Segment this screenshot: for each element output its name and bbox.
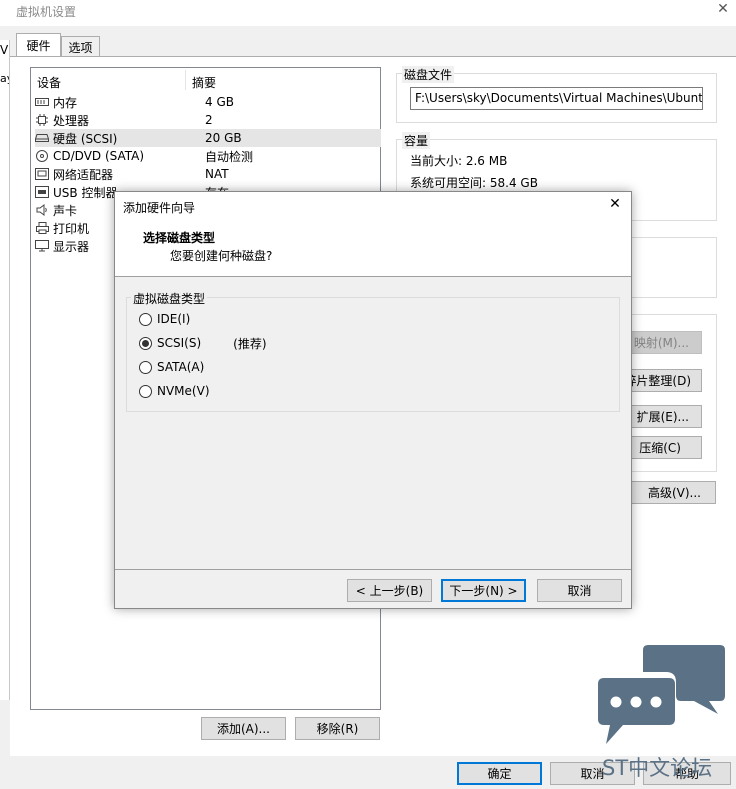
device-name: CD/DVD (SATA) bbox=[53, 149, 145, 163]
column-header-device[interactable]: 设备 bbox=[37, 74, 61, 91]
device-name: 处理器 bbox=[53, 113, 90, 128]
column-divider bbox=[185, 70, 186, 90]
tab-options-label: 选项 bbox=[68, 40, 93, 55]
add-hardware-wizard: 添加硬件向导 ✕ 选择磁盘类型 您要创建何种磁盘? 虚拟磁盘类型 IDE(I) … bbox=[114, 191, 632, 609]
radio-label-ide: IDE(I) bbox=[157, 312, 191, 326]
radio-button[interactable] bbox=[139, 312, 152, 326]
column-header-summary[interactable]: 摘要 bbox=[192, 74, 216, 91]
device-row-harddisk[interactable]: 硬盘 (SCSI) 20 GB bbox=[35, 129, 381, 147]
device-summary: 4 GB bbox=[205, 95, 234, 109]
watermark-text: ST中文论坛 bbox=[602, 756, 713, 780]
disk-file-group-title: 磁盘文件 bbox=[402, 66, 455, 83]
wizard-heading: 选择磁盘类型 bbox=[143, 231, 216, 245]
device-summary: 自动检测 bbox=[205, 149, 254, 164]
chat-bubbles-logo bbox=[598, 645, 725, 744]
device-row-processor[interactable]: 处理器 2 bbox=[35, 111, 381, 129]
ok-button[interactable]: 确定 bbox=[457, 762, 542, 785]
logo-dot bbox=[610, 696, 622, 708]
tab-options[interactable]: 选项 bbox=[61, 36, 100, 57]
logo-bubble-front bbox=[598, 678, 675, 744]
recommended-note: (推荐) bbox=[233, 336, 267, 351]
device-summary: 2 bbox=[205, 113, 213, 127]
capacity-group-title: 容量 bbox=[402, 132, 431, 149]
radio-scsi[interactable]: SCSI(S) (推荐) bbox=[139, 334, 267, 352]
radio-button[interactable] bbox=[139, 384, 152, 398]
background-window-text-2: ay bbox=[0, 72, 9, 85]
radio-button-selected[interactable] bbox=[139, 336, 152, 350]
window-titlebar bbox=[0, 0, 736, 26]
logo-dot bbox=[630, 696, 642, 708]
cdrom-icon bbox=[35, 150, 49, 162]
tab-hardware-label: 硬件 bbox=[26, 39, 51, 53]
available-space-label: 系统可用空间: 58.4 GB bbox=[410, 176, 538, 190]
radio-ide[interactable]: IDE(I) bbox=[139, 310, 190, 328]
tab-hardware[interactable]: 硬件 bbox=[16, 33, 61, 57]
radio-label-scsi: SCSI(S) bbox=[157, 336, 202, 350]
background-window-edge bbox=[0, 40, 10, 700]
wizard-cancel-button[interactable]: 取消 bbox=[537, 579, 622, 602]
background-window-text-1: V bbox=[0, 43, 9, 57]
add-hardware-button[interactable]: 添加(A)... bbox=[201, 717, 286, 740]
radio-nvme[interactable]: NVMe(V) bbox=[139, 382, 210, 400]
harddisk-icon bbox=[35, 132, 49, 144]
device-summary: 20 GB bbox=[205, 131, 242, 145]
window-close-icon[interactable]: ✕ bbox=[712, 1, 734, 21]
printer-icon bbox=[35, 222, 49, 234]
window-title: 虚拟机设置 bbox=[16, 5, 77, 19]
back-button[interactable]: < 上一步(B) bbox=[347, 579, 432, 602]
monitor-icon bbox=[35, 240, 49, 252]
device-summary: NAT bbox=[205, 167, 229, 181]
device-row-network[interactable]: 网络适配器 NAT bbox=[35, 165, 381, 183]
usb-icon bbox=[35, 186, 49, 198]
memory-icon bbox=[35, 96, 49, 108]
cpu-icon bbox=[35, 114, 49, 126]
device-name: 硬盘 (SCSI) bbox=[53, 131, 118, 146]
radio-label-nvme: NVMe(V) bbox=[157, 384, 210, 398]
current-size-label: 当前大小: 2.6 MB bbox=[410, 154, 508, 168]
wizard-close-icon[interactable]: ✕ bbox=[603, 196, 627, 216]
wizard-title: 添加硬件向导 bbox=[123, 201, 196, 215]
disk-file-path: F:\Users\sky\Documents\Virtual Machines\… bbox=[415, 91, 703, 105]
next-button[interactable]: 下一步(N) > bbox=[441, 579, 526, 602]
radio-label-sata: SATA(A) bbox=[157, 360, 205, 374]
device-row-cdrom[interactable]: CD/DVD (SATA) 自动检测 bbox=[35, 147, 381, 165]
logo-dot bbox=[650, 696, 662, 708]
radio-sata[interactable]: SATA(A) bbox=[139, 358, 204, 376]
network-icon bbox=[35, 168, 49, 180]
disk-file-path-field[interactable]: F:\Users\sky\Documents\Virtual Machines\… bbox=[410, 87, 703, 110]
radio-button[interactable] bbox=[139, 360, 152, 374]
radio-selected-dot bbox=[142, 339, 149, 347]
device-name: 网络适配器 bbox=[53, 167, 114, 182]
wizard-footer-divider bbox=[115, 569, 631, 570]
wizard-subheading: 您要创建何种磁盘? bbox=[170, 249, 273, 263]
remove-hardware-button[interactable]: 移除(R) bbox=[295, 717, 380, 740]
speaker-icon bbox=[35, 204, 49, 216]
device-row-memory[interactable]: 内存 4 GB bbox=[35, 93, 381, 111]
disk-type-group-title: 虚拟磁盘类型 bbox=[131, 290, 208, 307]
device-name: 内存 bbox=[53, 95, 78, 110]
